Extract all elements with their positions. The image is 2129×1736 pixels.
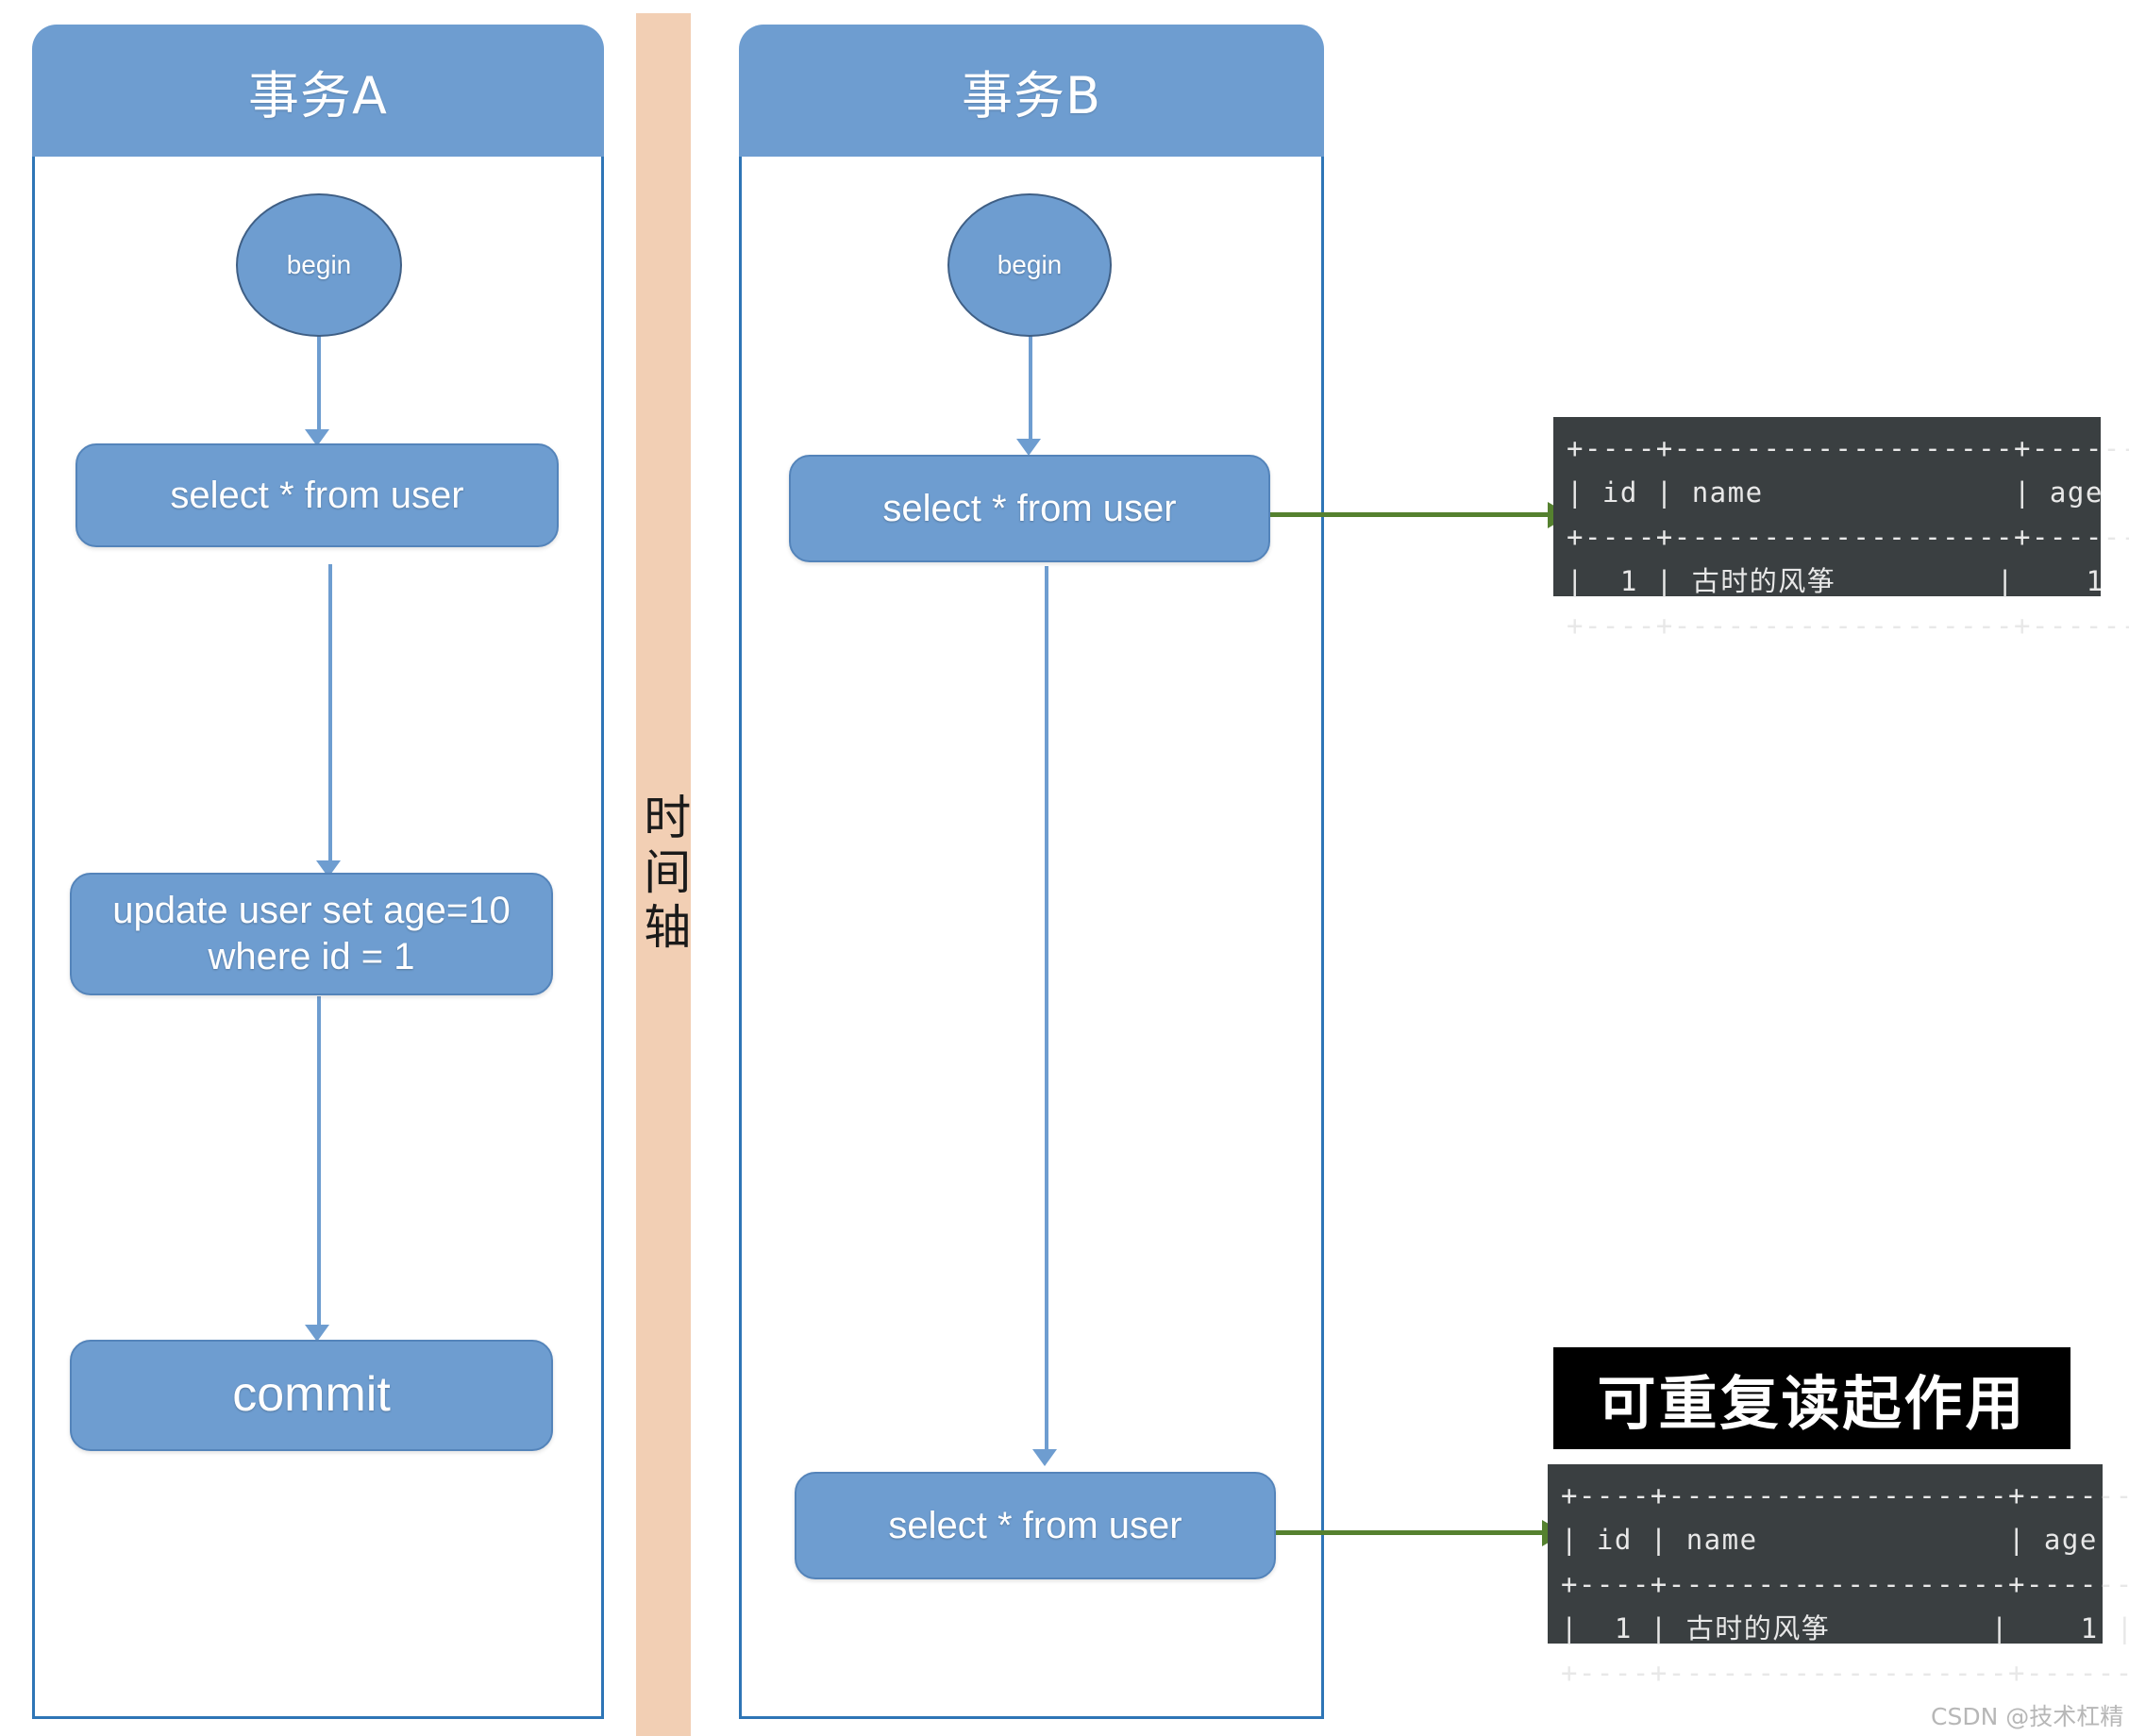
node-a-commit[interactable]: commit	[70, 1340, 553, 1451]
node-b-select-second[interactable]: select * from user	[795, 1472, 1276, 1579]
connector-b-begin-to-select1	[1029, 330, 1032, 443]
result-table-second-read: +----+-------------------+------+ | id |…	[1548, 1464, 2129, 1689]
data-arrow-first-read	[1270, 512, 1559, 517]
node-b-begin[interactable]: begin	[947, 193, 1112, 337]
node-a-begin[interactable]: begin	[236, 193, 402, 337]
node-a-select-label: select * from user	[170, 474, 464, 516]
node-b-begin-label: begin	[997, 250, 1063, 279]
connector-b-select1-to-select2-arrowhead	[1032, 1449, 1057, 1466]
watermark: CSDN @技术杠精	[1931, 1698, 2123, 1732]
node-a-select[interactable]: select * from user	[75, 443, 559, 547]
swimlane-a-title: 事务A	[32, 25, 604, 157]
node-b-select-first[interactable]: select * from user	[789, 455, 1270, 562]
callout-banner: 可重复读起作用	[1553, 1347, 2070, 1449]
connector-b-select1-to-select2	[1045, 566, 1048, 1453]
connector-a-update-to-commit	[317, 996, 321, 1328]
connector-b-begin-to-select1-arrowhead	[1016, 439, 1041, 456]
node-a-update-label: update user set age=10 where id = 1	[112, 890, 511, 977]
callout-banner-text: 可重复读起作用	[1597, 1369, 2027, 1438]
timeline-axis: 时间轴	[636, 13, 691, 1736]
data-arrow-second-read	[1276, 1530, 1553, 1535]
node-a-begin-label: begin	[286, 250, 352, 279]
diagram-canvas: 事务A begin select * from user update user…	[0, 0, 2129, 1736]
node-b-select-first-label: select * from user	[882, 487, 1177, 529]
swimlane-b-title: 事务B	[739, 25, 1324, 157]
watermark-text: CSDN @技术杠精	[1931, 1703, 2124, 1730]
timeline-label: 时间轴	[636, 793, 692, 957]
connector-a-select-to-update	[328, 564, 332, 864]
node-a-update[interactable]: update user set age=10 where id = 1	[70, 873, 553, 995]
node-b-select-second-label: select * from user	[888, 1504, 1182, 1546]
connector-a-begin-to-select	[317, 330, 321, 434]
result-table-first-read: +----+-------------------+------+ | id |…	[1553, 417, 2129, 642]
node-a-commit-label: commit	[232, 1367, 391, 1423]
